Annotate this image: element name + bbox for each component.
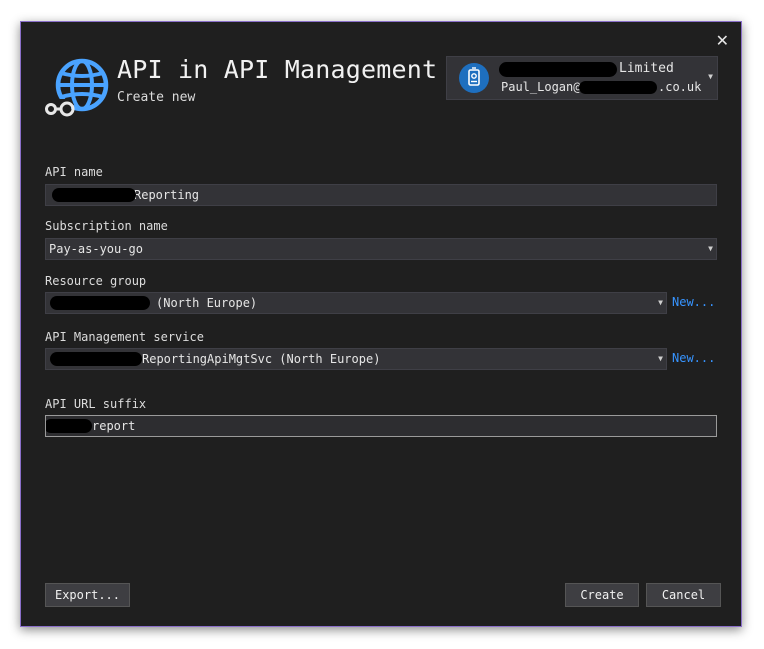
- dialog-subtitle: Create new: [117, 90, 196, 105]
- create-button[interactable]: Create: [565, 583, 639, 607]
- api-globe-icon: [45, 58, 109, 119]
- create-api-dialog: ✕ API in API Management Create new Limit…: [20, 21, 742, 627]
- subscription-select[interactable]: Pay-as-you-go ▼: [45, 238, 717, 260]
- new-resource-group-link[interactable]: New...: [672, 295, 715, 309]
- chevron-down-icon: ▼: [658, 354, 663, 363]
- account-selector[interactable]: Limited Paul_Logan@ .co.uk ▼: [446, 56, 718, 100]
- close-icon[interactable]: ✕: [716, 31, 729, 51]
- dialog-title: API in API Management: [117, 55, 438, 84]
- new-apim-service-link[interactable]: New...: [672, 351, 715, 365]
- redacted-email-domain: [579, 81, 657, 94]
- api-name-label: API name: [45, 165, 103, 179]
- cancel-button[interactable]: Cancel: [646, 583, 721, 607]
- subscription-value: Pay-as-you-go: [49, 242, 143, 256]
- apim-service-value: ReportingApiMgtSvc (North Europe): [142, 352, 381, 366]
- api-name-value: Reporting: [134, 188, 200, 202]
- redacted-text: [50, 296, 150, 310]
- resource-group-select[interactable]: (North Europe) ▼: [45, 292, 667, 314]
- redacted-account-name: [499, 62, 617, 77]
- chevron-down-icon: ▼: [708, 244, 713, 253]
- account-name: Limited: [619, 61, 674, 76]
- redacted-text: [46, 419, 92, 433]
- subscription-label: Subscription name: [45, 219, 168, 233]
- resource-group-value: (North Europe): [156, 296, 258, 310]
- account-badge-icon: [459, 63, 489, 93]
- api-name-input[interactable]: Reporting: [45, 184, 717, 206]
- redacted-text: [50, 352, 142, 366]
- url-suffix-value: report: [92, 419, 136, 433]
- chevron-down-icon: ▼: [708, 72, 713, 81]
- account-email-suffix: .co.uk: [658, 80, 702, 94]
- url-suffix-input[interactable]: report: [45, 415, 717, 437]
- apim-service-label: API Management service: [45, 330, 204, 344]
- url-suffix-label: API URL suffix: [45, 397, 147, 411]
- export-button[interactable]: Export...: [45, 583, 130, 607]
- redacted-text: [52, 188, 136, 202]
- chevron-down-icon: ▼: [658, 298, 663, 307]
- account-email-prefix: Paul_Logan@: [501, 80, 581, 94]
- resource-group-label: Resource group: [45, 274, 147, 288]
- apim-service-select[interactable]: ReportingApiMgtSvc (North Europe) ▼: [45, 348, 667, 370]
